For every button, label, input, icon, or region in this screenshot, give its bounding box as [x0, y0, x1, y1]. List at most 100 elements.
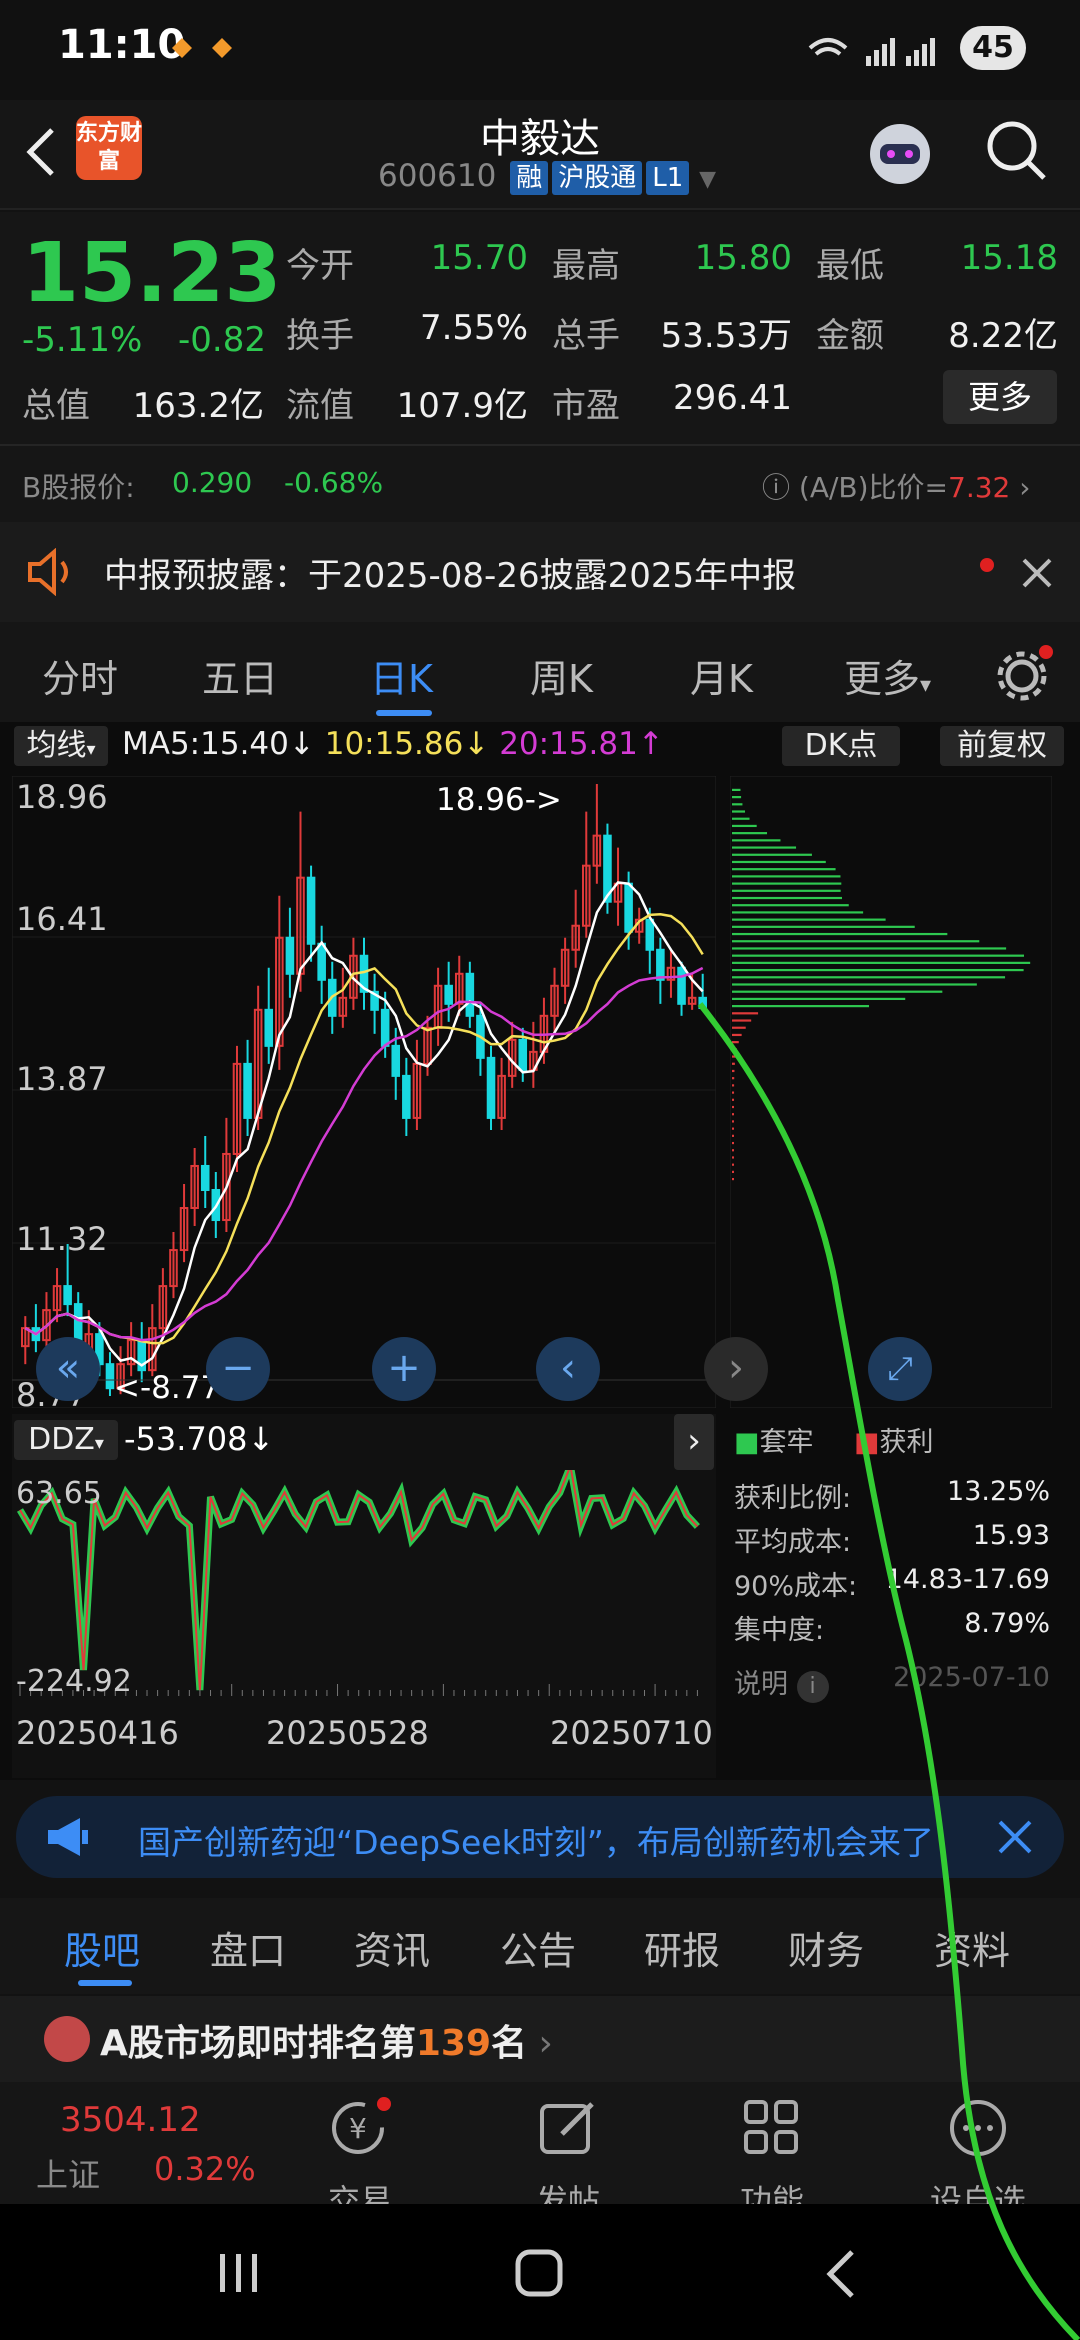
chip-bar	[732, 889, 841, 892]
help-icon: ⓘ	[762, 471, 799, 504]
brand-logo: 东方财富	[76, 116, 142, 180]
chip-bar	[732, 925, 915, 928]
chip-bar	[732, 1077, 735, 1080]
stock-code-row[interactable]: 600610 融沪股通 L1 ▼	[378, 158, 716, 195]
pe-label[interactable]: 市盈	[552, 378, 620, 427]
explain-link[interactable]: 说明 i	[734, 1662, 829, 1703]
candle-down	[444, 984, 453, 1005]
zoom-out-button[interactable]: −	[206, 1337, 270, 1401]
ma-selector[interactable]: 均线▾	[14, 726, 108, 766]
chip-bar	[732, 990, 943, 993]
candle-down	[306, 876, 316, 945]
chip-bar	[732, 961, 1031, 964]
tab-more[interactable]: 更多▾	[844, 648, 931, 703]
chip-distribution[interactable]	[730, 776, 1052, 1408]
chip-bar	[732, 853, 812, 856]
chip-bar	[732, 1105, 735, 1109]
speaker-icon	[28, 548, 68, 596]
home-icon[interactable]	[514, 2248, 566, 2300]
index-name: 上证	[36, 2156, 101, 2194]
chip-bar	[732, 1177, 734, 1181]
zoom-in-button[interactable]: +	[372, 1337, 436, 1401]
trapped-label: 套牢	[759, 1427, 814, 1458]
close-icon[interactable]	[996, 1818, 1034, 1856]
recent-apps-icon[interactable]	[214, 2248, 264, 2298]
tab-weekly-k[interactable]: 周K	[530, 648, 593, 703]
ddz-value-text: -53.708	[124, 1420, 248, 1458]
tab-daily-k[interactable]: 日K	[370, 648, 433, 703]
ad-banner[interactable]: 国产创新药迎“DeepSeek时刻”，布局创新药机会来了	[16, 1796, 1064, 1878]
signal-icon	[808, 38, 935, 66]
fullscreen-button[interactable]: ⤢	[868, 1337, 932, 1401]
tab-profile[interactable]: 资料	[934, 1920, 1010, 1975]
chip-bar	[732, 1141, 735, 1145]
margin-tag: 融	[510, 161, 549, 195]
dk-point-button[interactable]: DK点	[782, 726, 900, 766]
candle-down	[105, 1363, 115, 1390]
chip-bar	[732, 824, 757, 828]
tab-monthly-k[interactable]: 月K	[690, 648, 753, 703]
tab-financials[interactable]: 财务	[788, 1920, 864, 1975]
rewind-button[interactable]: «	[36, 1337, 100, 1401]
back-icon[interactable]	[822, 2248, 862, 2300]
settings-gear-icon[interactable]	[996, 642, 1056, 702]
candle-down	[63, 1285, 72, 1306]
search-icon[interactable]	[982, 116, 1052, 186]
tab-forum[interactable]: 股吧	[64, 1920, 140, 1975]
tab-five-day[interactable]: 五日	[202, 648, 278, 703]
avg-cost-label: 平均成本:	[734, 1527, 852, 1558]
chip-bar	[732, 896, 843, 900]
chevron-right-icon: ›	[527, 2023, 553, 2064]
mcap-label[interactable]: 总值	[22, 378, 90, 427]
chip-bar	[732, 832, 768, 835]
tab-announcements[interactable]: 公告	[500, 1920, 576, 1975]
candle-down	[698, 996, 707, 1010]
chip-bar	[732, 875, 841, 878]
ddz-value: -53.708↓	[124, 1420, 274, 1458]
index-value[interactable]: 3504.12	[60, 2100, 201, 2140]
ma-values: MA5:15.40↓ 10:15.86↓ 20:15.81↑	[122, 726, 664, 762]
low-label: 最低	[816, 246, 884, 286]
close-icon[interactable]	[1020, 556, 1054, 590]
compose-post-icon	[540, 2102, 594, 2154]
y-label-2: 16.41	[16, 900, 108, 938]
notice-banner[interactable]: 中报预披露：于2025-08-26披露2025年中报	[0, 522, 1080, 622]
scroll-left-button[interactable]: ‹	[536, 1337, 600, 1401]
x-label-mid: 20250528	[266, 1714, 429, 1752]
next-indicator-button[interactable]: ›	[674, 1414, 714, 1470]
adjust-price-button[interactable]: 前复权	[940, 726, 1064, 766]
tab-news[interactable]: 资讯	[354, 1920, 430, 1975]
ab-ratio[interactable]: ⓘ (A/B)比价=7.32 ›	[762, 466, 1030, 506]
ab-ratio-value: 7.32	[948, 471, 1011, 504]
quote-panel: 15.23 -5.11% -0.82 今开 15.70 最高 15.80 最低 …	[0, 212, 1080, 522]
tab-intraday[interactable]: 分时	[42, 648, 118, 703]
ddz-min-label: -224.92	[16, 1664, 132, 1699]
scroll-right-button[interactable]: ›	[704, 1337, 768, 1401]
tab-orderbook[interactable]: 盘口	[210, 1920, 286, 1975]
candle-down	[624, 882, 633, 933]
chip-bar	[732, 1012, 759, 1015]
float-label: 流值	[286, 386, 354, 426]
candle-down	[264, 1008, 274, 1047]
legend-swatch: ■	[734, 1427, 760, 1458]
indicator-selector[interactable]: DDZ▾	[14, 1420, 118, 1460]
high-label: 最高	[552, 246, 620, 286]
candlestick-chart[interactable]	[12, 776, 716, 1408]
open-value: 15.70	[430, 238, 528, 278]
rank-banner[interactable]: A股市场即时排名第139名 ›	[0, 1996, 1080, 2082]
x-label-end: 20250710	[550, 1714, 713, 1752]
ad-text: 国产创新药迎“DeepSeek时刻”，布局创新药机会来了	[138, 1823, 934, 1862]
chip-bar	[732, 940, 980, 943]
more-button[interactable]: 更多	[943, 370, 1057, 424]
robot-assistant-icon[interactable]	[860, 114, 940, 194]
index-percent: 0.32%	[154, 2150, 256, 2188]
indicator-name: DDZ	[28, 1422, 95, 1457]
turnover-label[interactable]: 换手	[286, 308, 354, 357]
rank-prefix: A股市场即时排名第	[100, 2023, 416, 2064]
y-label-4: 11.32	[16, 1220, 108, 1258]
change-percent: -5.11%	[22, 320, 143, 360]
megaphone-icon	[48, 1818, 88, 1856]
tab-research[interactable]: 研报	[644, 1920, 720, 1975]
chip-bar	[732, 1113, 735, 1116]
amount-value: 8.22亿	[948, 316, 1058, 356]
